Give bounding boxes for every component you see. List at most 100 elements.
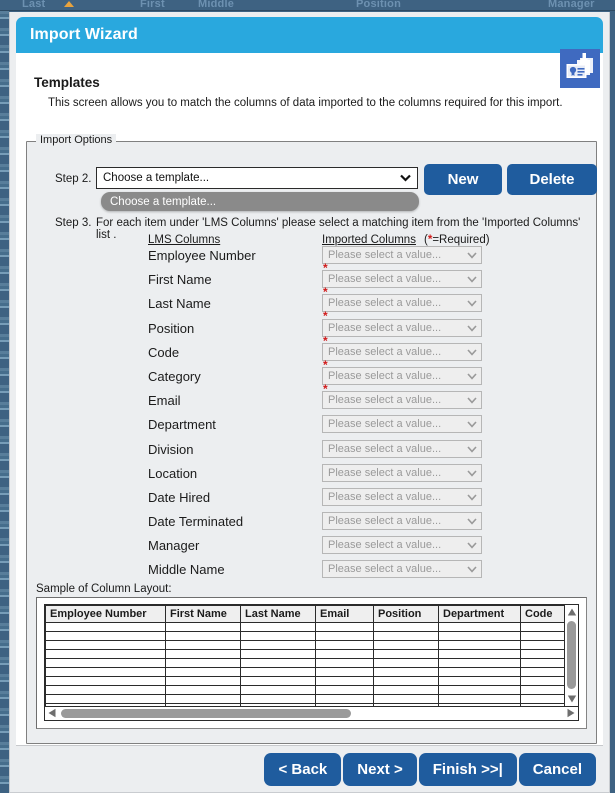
lms-column-label: Date Terminated [148,514,244,530]
import-wizard-dialog: Import Wizard Templates This screen allo… [9,12,610,793]
imported-column-select[interactable]: Please select a value... [322,463,482,482]
imported-column-select[interactable]: Please select a value... [322,439,482,458]
sample-table-header-row: Employee Number First Name Last Name Email P… [45,605,564,623]
sample-table-cell [438,622,521,632]
new-template-button[interactable]: New [424,164,502,195]
next-button[interactable]: Next > [343,753,417,786]
sample-table-row [45,694,564,704]
lms-column-label: Location [148,465,198,481]
chevron-down-icon [467,445,477,453]
lms-column-label: Middle Name [148,562,225,578]
sample-table-cell [165,667,241,677]
sample-column-header: Employee Number [45,605,166,623]
scroll-down-arrow-icon[interactable] [567,694,577,704]
sample-table-cell [165,658,241,668]
column-mapping-row: Position Please select a value... * [27,318,596,347]
sample-table-cell [520,694,564,704]
cancel-button[interactable]: Cancel [518,753,596,786]
imported-column-select[interactable]: Please select a value... [322,487,482,506]
sample-table-cell [240,694,316,704]
sample-column-header: Department [438,605,521,623]
imported-column-select[interactable]: Please select a value... [322,270,482,289]
sample-table-cell [315,649,374,659]
sample-table-cell [165,649,241,659]
imported-column-select-value: Please select a value... [328,466,442,479]
sample-column-header: Last Name [240,605,316,623]
scroll-up-arrow-icon[interactable] [567,607,577,617]
chevron-down-icon [467,373,477,380]
dialog-header-area: Templates This screen allows you to matc… [16,49,603,115]
sample-table-cell [438,667,521,677]
template-dropdown-option-label: Choose a template... [110,195,217,208]
wizard-navigation-buttons: < Back Next > Finish >>| Cancel [264,753,596,786]
sample-table-cell [45,649,166,659]
horizontal-scrollbar-thumb[interactable] [61,709,351,718]
sample-table-cell [373,658,439,668]
column-mapping-row: Employee Number Please select a value... * [27,246,596,274]
sample-table-viewport: Employee Number First Name Last Name Email P… [45,605,564,706]
imported-columns-header: Imported Columns [322,234,416,246]
lms-column-label: Code [148,344,180,360]
lms-column-label: First Name [148,272,212,288]
imported-column-select-value: Please select a value... [328,563,442,576]
sample-table-cell [438,685,521,695]
imported-column-select[interactable]: Please select a value... [322,366,482,385]
background-column-header: Manager [548,0,595,10]
imported-column-select[interactable]: Please select a value... [322,536,482,555]
dialog-title: Import Wizard [30,26,138,43]
sample-table-cell [520,622,564,632]
scroll-left-arrow-icon[interactable] [47,708,57,718]
sample-table-cell [373,685,439,695]
sample-table-cell [373,640,439,650]
sample-table-cell [165,685,241,695]
page-description: This screen allows you to match the colu… [48,97,563,109]
ascending-sort-arrow-icon [64,1,74,7]
sample-table-cell [165,631,241,641]
imported-column-select[interactable]: Please select a value... [322,318,482,337]
vertical-scrollbar[interactable] [564,605,578,706]
chevron-down-icon [467,300,477,307]
sample-layout-panel: Employee Number First Name Last Name Email P… [36,597,587,729]
sample-table-cell [45,622,166,632]
imported-column-select[interactable]: Please select a value... [322,342,482,361]
sample-table-cell [45,694,166,704]
template-dropdown-option[interactable]: Choose a template... [101,192,419,211]
imported-column-select[interactable]: Please select a value... [322,512,482,531]
sample-table-cell [240,649,316,659]
imported-column-select-value: Please select a value... [328,249,442,261]
sample-table-row [45,676,564,686]
finish-button[interactable]: Finish >>| [418,753,517,786]
sample-table-row [45,658,564,668]
lms-column-label: Date Hired [148,489,211,505]
horizontal-scrollbar[interactable] [45,706,578,720]
background-column-header: Middle [198,0,235,10]
imported-column-select-value: Please select a value... [328,442,442,455]
imported-column-select-value: Please select a value... [328,490,442,503]
sample-table-cell [438,676,521,686]
sample-table-cell [520,685,564,695]
sample-table-cell [240,658,316,668]
imported-column-select[interactable]: Please select a value... [322,560,482,579]
imported-column-select-value: Please select a value... [328,394,442,407]
lms-column-label: Division [148,441,194,457]
scroll-right-arrow-icon[interactable] [566,708,576,718]
delete-template-button[interactable]: Delete [507,164,597,195]
column-mapping-row: Date Hired Please select a value... [27,487,596,512]
sample-layout-inner: Employee Number First Name Last Name Email P… [44,604,579,721]
template-select-value: Choose a template... [103,172,210,184]
imported-column-select[interactable]: Please select a value... [322,391,482,410]
sample-table-cell [373,622,439,632]
template-select[interactable]: Choose a template... [96,167,418,189]
column-mapping-row: Manager Please select a value... [27,536,596,560]
sample-table: Employee Number First Name Last Name Email P… [45,605,564,706]
sample-table-row [45,685,564,695]
back-button[interactable]: < Back [264,753,342,786]
sample-table-row [45,640,564,650]
sample-table-row [45,649,564,659]
imported-column-select[interactable]: Please select a value... [322,246,482,264]
sample-table-cell [520,676,564,686]
imported-column-select[interactable]: Please select a value... [322,415,482,434]
sample-table-cell [45,685,166,695]
imported-column-select[interactable]: Please select a value... [322,294,482,313]
vertical-scrollbar-thumb[interactable] [567,621,576,689]
